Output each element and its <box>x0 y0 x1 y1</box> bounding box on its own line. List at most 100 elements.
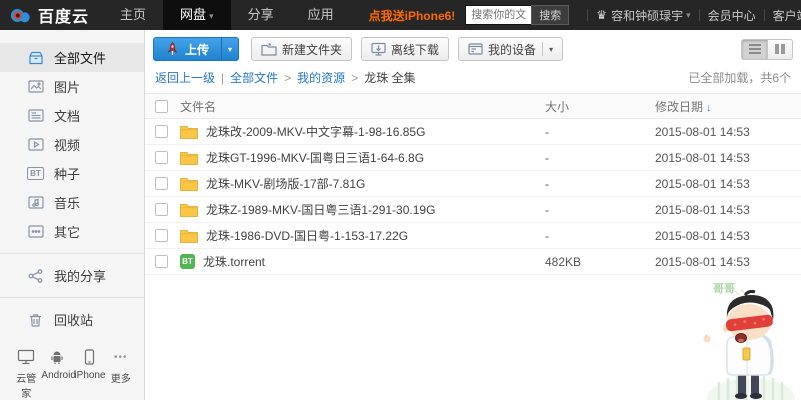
file-name-cell: BT 龙珠-MKV-剧场版-17部-7.81G <box>180 175 545 192</box>
bt-icon-label: BT <box>27 167 44 180</box>
file-name-link[interactable]: 龙珠Z-1989-MKV-国日粤三语1-291-30.19G <box>206 201 435 218</box>
sidebar-item-all-files[interactable]: 全部文件 <box>0 43 144 72</box>
row-checkbox[interactable] <box>155 229 168 242</box>
upload-dropdown-arrow[interactable]: ▾ <box>221 37 239 61</box>
breadcrumb-separator: > <box>351 71 358 85</box>
chevron-down-icon: ▾ <box>686 10 691 21</box>
nav-tab-share[interactable]: 分享 <box>231 0 291 30</box>
row-checkbox[interactable] <box>155 125 168 138</box>
topnav-right: ♛ 容和钟硕琭宇 ▾ 会员中心 客户端下载 通知 更多▾ <box>579 7 801 24</box>
select-all-checkbox[interactable] <box>155 100 168 113</box>
sidebar-item-other[interactable]: 其它 <box>0 217 144 246</box>
file-name-link[interactable]: 龙珠.torrent <box>203 253 265 270</box>
grid-view-button[interactable] <box>767 39 793 60</box>
chevron-down-icon: ▾ <box>209 11 214 21</box>
file-date: 2015-08-01 14:53 <box>655 229 801 243</box>
divider <box>0 253 144 254</box>
folder-icon <box>180 229 198 243</box>
new-folder-button[interactable]: 新建文件夹 <box>251 37 352 61</box>
main-content: 上传 ▾ 新建文件夹 离线下载 我的设备 ▾ <box>145 30 801 400</box>
device-android[interactable]: Android <box>41 348 73 400</box>
video-icon <box>27 137 44 152</box>
row-checkbox[interactable] <box>155 151 168 164</box>
sidebar-item-label: 全部文件 <box>54 48 106 67</box>
sidebar-item-images[interactable]: 图片 <box>0 72 144 101</box>
file-size: - <box>545 177 655 191</box>
column-header-name[interactable]: 文件名 <box>180 98 545 115</box>
column-header-date-label: 修改日期 <box>655 100 703 114</box>
file-size: 482KB <box>545 255 655 269</box>
file-date: 2015-08-01 14:53 <box>655 151 801 165</box>
client-download-link[interactable]: 客户端下载 <box>773 7 801 24</box>
search-input[interactable] <box>465 5 531 25</box>
new-folder-label: 新建文件夹 <box>282 41 342 58</box>
breadcrumb-current: 龙珠 全集 <box>364 69 415 86</box>
nav-tab-netdisk-label: 网盘 <box>180 7 206 22</box>
chevron-down-icon: ▾ <box>542 42 553 56</box>
username: 容和钟硕琭宇 <box>611 7 683 24</box>
trash-icon <box>27 312 44 327</box>
sidebar-item-label: 回收站 <box>54 310 93 329</box>
nav-tab-apps[interactable]: 应用 <box>291 0 351 30</box>
phone-icon <box>74 348 105 366</box>
file-name-link[interactable]: 龙珠GT-1996-MKV-国粤日三语1-64-6.8G <box>206 149 424 166</box>
file-name-link[interactable]: 龙珠-MKV-剧场版-17部-7.81G <box>206 175 365 192</box>
device-label: 更多 <box>111 374 131 385</box>
chevron-down-icon: ▾ <box>228 45 232 54</box>
table-row[interactable]: BT 龙珠改-2009-MKV-中文字幕-1-98-16.85G - 2015-… <box>145 119 801 145</box>
table-row[interactable]: BT 龙珠.torrent 482KB 2015-08-01 14:53 <box>145 249 801 275</box>
table-row[interactable]: BT 龙珠Z-1989-MKV-国日粤三语1-291-30.19G - 2015… <box>145 197 801 223</box>
other-files-icon <box>27 224 44 239</box>
iphone-promo-link[interactable]: 点我送iPhone6! <box>369 7 456 24</box>
row-checkbox[interactable] <box>155 255 168 268</box>
file-name-cell: BT 龙珠.torrent <box>180 253 545 270</box>
sidebar-item-label: 其它 <box>54 222 80 241</box>
search-button[interactable]: 搜索 <box>531 5 569 25</box>
table-row[interactable]: BT 龙珠-MKV-剧场版-17部-7.81G - 2015-08-01 14:… <box>145 171 801 197</box>
cloud-logo-icon <box>10 7 32 23</box>
offline-download-button[interactable]: 离线下载 <box>361 37 449 61</box>
column-header-size[interactable]: 大小 <box>545 98 655 115</box>
sidebar-item-videos[interactable]: 视频 <box>0 130 144 159</box>
list-view-button[interactable] <box>741 39 767 60</box>
breadcrumb-folder-link[interactable]: 我的资源 <box>297 69 345 86</box>
sidebar-item-label: 种子 <box>54 164 80 183</box>
sidebar-item-recycle-bin[interactable]: 回收站 <box>0 305 144 334</box>
sidebar: 全部文件 图片 文档 视频 <box>0 30 145 400</box>
device-iphone[interactable]: iPhone <box>74 348 105 400</box>
sidebar-item-music[interactable]: 音乐 <box>0 188 144 217</box>
row-checkbox[interactable] <box>155 203 168 216</box>
sidebar-item-torrents[interactable]: BT 种子 <box>0 159 144 188</box>
sidebar-item-my-shares[interactable]: 我的分享 <box>0 261 144 290</box>
table-row[interactable]: BT 龙珠-1986-DVD-国日粤-1-153-17.22G - 2015-0… <box>145 223 801 249</box>
file-size: - <box>545 203 655 217</box>
toolbar: 上传 ▾ 新建文件夹 离线下载 我的设备 ▾ <box>145 30 801 67</box>
file-name-link[interactable]: 龙珠改-2009-MKV-中文字幕-1-98-16.85G <box>206 123 425 140</box>
row-checkbox[interactable] <box>155 177 168 190</box>
sidebar-item-label: 我的分享 <box>54 266 106 285</box>
vip-center-link[interactable]: 会员中心 <box>708 7 756 24</box>
table-row[interactable]: BT 龙珠GT-1996-MKV-国粤日三语1-64-6.8G - 2015-0… <box>145 145 801 171</box>
breadcrumb-separator: | <box>221 71 224 85</box>
back-link[interactable]: 返回上一级 <box>155 69 215 86</box>
nav-tab-home[interactable]: 主页 <box>103 0 163 30</box>
device-label: iPhone <box>74 370 105 381</box>
baidu-cloud-logo[interactable]: 百度云 <box>0 3 103 27</box>
share-icon <box>27 268 44 283</box>
file-name-cell: BT 龙珠-1986-DVD-国日粤-1-153-17.22G <box>180 227 545 244</box>
column-header-date[interactable]: 修改日期↓ <box>655 98 801 115</box>
list-view-icon <box>749 44 761 54</box>
bt-file-icon: BT <box>180 254 195 269</box>
file-size: - <box>545 125 655 139</box>
device-more[interactable]: ••• 更多 <box>107 348 135 400</box>
nav-tab-netdisk[interactable]: 网盘▾ <box>163 0 231 30</box>
my-devices-button[interactable]: 我的设备 ▾ <box>458 37 563 61</box>
breadcrumb-root-link[interactable]: 全部文件 <box>230 69 278 86</box>
sidebar-item-docs[interactable]: 文档 <box>0 101 144 130</box>
file-name-link[interactable]: 龙珠-1986-DVD-国日粤-1-153-17.22G <box>206 227 408 244</box>
upload-button[interactable]: 上传 <box>153 37 221 61</box>
user-menu[interactable]: ♛ 容和钟硕琭宇 ▾ <box>596 7 690 24</box>
mascot-sticker: 哥哥 <box>699 278 795 400</box>
device-cloud-manager[interactable]: 云管家 <box>12 348 40 400</box>
folder-icon <box>180 177 198 191</box>
